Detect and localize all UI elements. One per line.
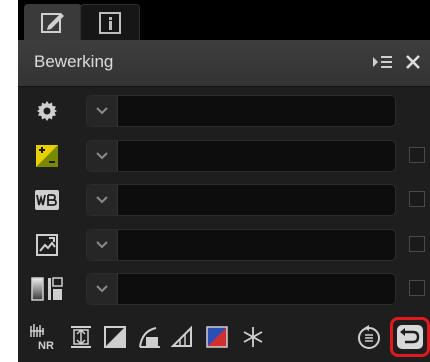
noise-reduction-button[interactable]: NR bbox=[28, 322, 58, 352]
retouch-brush-icon bbox=[243, 327, 263, 347]
edit-palette: Bewerking NR bbox=[18, 0, 430, 362]
panel-menu-button[interactable] bbox=[370, 50, 396, 74]
white-balance-icon[interactable] bbox=[32, 186, 62, 214]
crop-button[interactable] bbox=[66, 322, 96, 352]
revert-icon bbox=[397, 325, 423, 349]
close-button[interactable] bbox=[402, 50, 424, 74]
nr-label: NR bbox=[38, 340, 54, 351]
enable-checkbox[interactable] bbox=[409, 280, 425, 296]
panel-title: Bewerking bbox=[34, 52, 114, 71]
step-list-button[interactable] bbox=[354, 322, 384, 352]
tab-info[interactable] bbox=[80, 4, 140, 41]
adjustment-dropdown[interactable] bbox=[86, 184, 396, 216]
adjustment-dropdown[interactable] bbox=[86, 273, 396, 305]
panel-header: Bewerking bbox=[18, 40, 430, 87]
tab-edit[interactable] bbox=[24, 4, 82, 40]
chevron-down-icon bbox=[87, 274, 118, 304]
panel-menu-icon bbox=[373, 56, 392, 68]
color-balance-button[interactable] bbox=[202, 322, 232, 352]
crop-icon bbox=[71, 326, 91, 348]
adjustment-row bbox=[18, 136, 430, 176]
lch-icon bbox=[139, 327, 160, 348]
gear-icon[interactable] bbox=[32, 97, 62, 125]
color-balance-icon bbox=[206, 326, 228, 348]
close-icon bbox=[406, 55, 420, 69]
adjustment-row bbox=[18, 91, 430, 131]
adjustment-row bbox=[18, 180, 430, 220]
step-list-icon bbox=[358, 325, 380, 349]
revert-button[interactable] bbox=[390, 317, 430, 357]
distortion-button[interactable] bbox=[168, 322, 198, 352]
picture-control-icon[interactable] bbox=[32, 231, 62, 259]
chevron-down-icon bbox=[87, 230, 118, 260]
info-icon bbox=[99, 12, 121, 34]
chevron-down-icon bbox=[87, 185, 118, 215]
noise-reduction-icon: NR bbox=[30, 324, 54, 351]
tone-levels-icon[interactable] bbox=[28, 275, 72, 303]
adjustment-dropdown[interactable] bbox=[86, 95, 396, 127]
retouch-brush-button[interactable] bbox=[238, 322, 268, 352]
enable-checkbox[interactable] bbox=[409, 236, 425, 252]
enable-checkbox[interactable] bbox=[409, 191, 425, 207]
tab-strip bbox=[18, 0, 430, 41]
bottom-toolbar: NR bbox=[18, 315, 430, 362]
adjustment-row bbox=[18, 225, 430, 265]
chevron-down-icon bbox=[87, 96, 118, 126]
adjustment-dropdown[interactable] bbox=[86, 140, 396, 172]
levels-curves-icon bbox=[104, 326, 126, 348]
levels-curves-button[interactable] bbox=[100, 322, 130, 352]
exposure-compensation-icon[interactable] bbox=[32, 142, 62, 170]
adjustment-row bbox=[18, 269, 430, 309]
lch-button[interactable] bbox=[134, 322, 164, 352]
enable-checkbox[interactable] bbox=[409, 147, 425, 163]
distortion-icon bbox=[170, 325, 192, 347]
chevron-down-icon bbox=[87, 141, 118, 171]
edit-pencil-icon bbox=[41, 13, 64, 33]
adjustment-dropdown[interactable] bbox=[86, 229, 396, 261]
